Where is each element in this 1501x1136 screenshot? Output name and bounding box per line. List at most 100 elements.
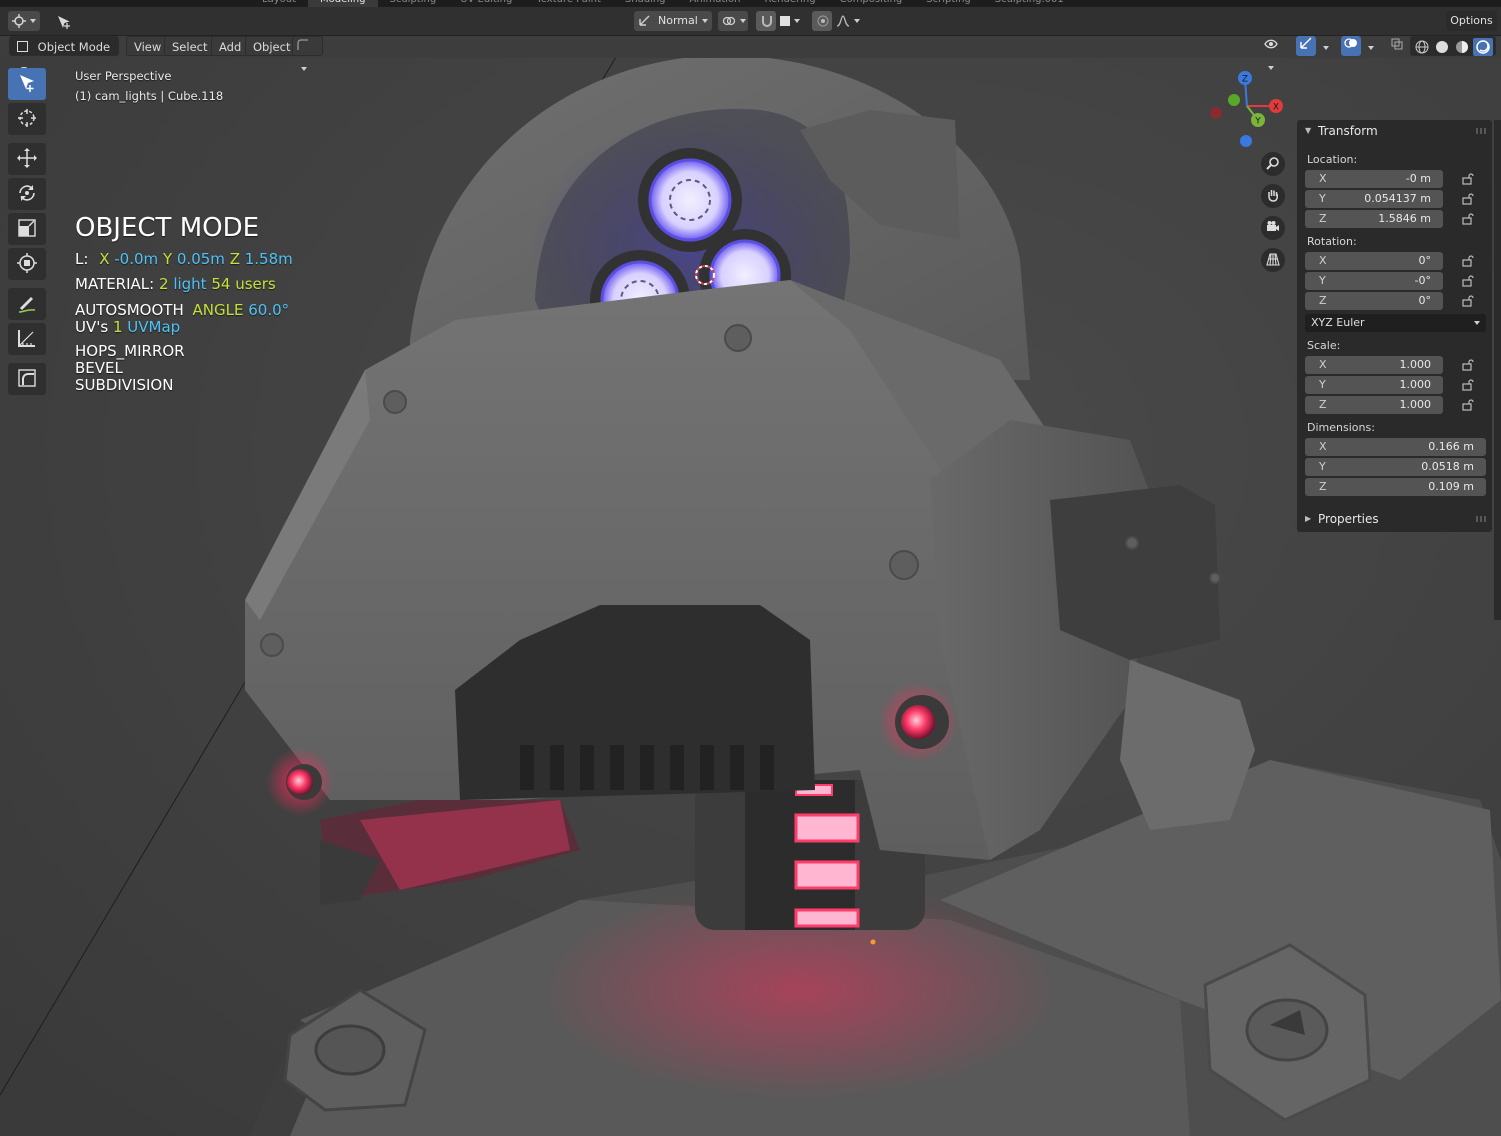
xray-toggle[interactable] [1388,36,1406,56]
lock-icon[interactable] [1462,379,1474,391]
transform-orientation-dropdown[interactable]: Normal [634,11,712,31]
measure-tool[interactable] [8,323,46,355]
rotation-mode-dropdown[interactable]: XYZ Euler [1305,314,1486,332]
workspace-tab[interactable]: Compositing [828,0,915,7]
drag-grip-icon[interactable] [1476,516,1486,522]
workspace-tab[interactable]: Layout [250,0,308,7]
workspace-tab[interactable]: Sculpting.001 [983,0,1076,7]
workspace-tab[interactable]: Modeling [308,0,378,7]
workspace-tab[interactable]: Animation [678,0,753,7]
move-tool-button[interactable] [52,11,78,31]
overlays-toggle[interactable] [1341,36,1361,56]
lock-icon[interactable] [1462,275,1474,287]
overlays-dropdown[interactable] [1362,36,1380,56]
hops-bevel-icon [16,367,38,392]
mode-dropdown[interactable]: Object Mode [9,36,119,71]
hops-mode-title: OBJECT MODE [75,213,260,243]
loc-prefix: L: [75,250,89,268]
axis-label: Z [1319,212,1327,225]
value-field-location[interactable]: X -0 m [1305,170,1443,188]
mode-label: Object Mode [37,40,111,54]
drag-grip-icon[interactable] [1476,128,1486,134]
axis-label: Z [1319,294,1327,307]
select-box-tool[interactable] [8,68,46,100]
value-field-dimensions[interactable]: Z 0.109 m [1305,478,1486,496]
axis-label: Y [1319,192,1326,205]
falloff-dropdown[interactable] [832,11,862,31]
proportional-icon [816,14,830,28]
menu-add[interactable]: Add [211,36,250,56]
hops-tool[interactable] [8,363,46,395]
rotate-tool[interactable] [8,178,46,210]
rendered-shading-icon[interactable] [1473,38,1493,56]
field-value: 0° [1418,294,1432,307]
workspace-tab[interactable]: UV Editing [448,0,524,7]
perspective-toggle-button[interactable] [1261,248,1285,272]
loc-x-value: -0.0m [114,250,159,268]
chevron-down-icon [30,19,36,23]
chevron-down-icon [701,19,708,23]
axis-label: X [1319,440,1327,453]
pan-button[interactable] [1261,184,1285,208]
move-tool[interactable] [8,143,46,175]
transform-icon [16,252,38,277]
scale-tool[interactable] [8,213,46,245]
value-field-scale[interactable]: Z 1.000 [1305,396,1443,414]
gizmo-neg-x[interactable] [1210,107,1222,119]
sidebar-tab-strip[interactable] [1494,120,1501,620]
workspace-tab[interactable]: Shading [613,0,678,7]
cursor-tool[interactable] [8,103,46,135]
snap-target-dropdown[interactable] [776,11,806,31]
gizmo-neg-y[interactable] [1228,94,1240,106]
pivot-point-dropdown[interactable] [718,11,748,31]
lock-icon[interactable] [1462,295,1474,307]
value-field-dimensions[interactable]: X 0.166 m [1305,438,1486,456]
gizmo-y-label: Y [1254,117,1261,127]
editor-type-button[interactable] [8,11,40,31]
lock-icon[interactable] [1462,193,1474,205]
properties-panel-header[interactable]: ▶ Properties [1297,508,1492,530]
pivot-icon [722,14,736,28]
workspace-tab[interactable]: Sculpting [378,0,449,7]
visibility-dropdown[interactable] [1260,36,1290,70]
material-preview-icon[interactable] [1455,40,1469,60]
solid-shading-icon[interactable] [1435,40,1449,60]
value-field-scale[interactable]: Y 1.000 [1305,376,1443,394]
editor-type-icon [12,14,26,28]
gizmo-neg-z[interactable] [1240,135,1252,147]
lock-icon[interactable] [1462,359,1474,371]
navigation-gizmo[interactable]: X Y Z [1200,66,1290,156]
value-field-dimensions[interactable]: Y 0.0518 m [1305,458,1486,476]
value-field-rotation[interactable]: Y -0° [1305,272,1443,290]
proportional-edit-toggle[interactable] [812,11,832,31]
gizmo-dropdown[interactable] [1317,36,1335,56]
wireframe-shading-icon[interactable] [1415,40,1429,60]
lock-icon[interactable] [1462,213,1474,225]
menu-select[interactable]: Select [164,36,216,56]
hops-menu-button[interactable] [292,36,323,71]
value-field-rotation[interactable]: Z 0° [1305,292,1443,310]
zoom-button[interactable] [1261,152,1285,176]
workspace-tab[interactable]: Scripting [914,0,982,7]
value-field-location[interactable]: Y 0.054137 m [1305,190,1443,208]
transform-panel-header[interactable]: ▼ Transform [1297,120,1492,142]
camera-view-button[interactable] [1261,216,1285,240]
3d-viewport[interactable]: User Perspective (1) cam_lights | Cube.1… [0,58,1501,1136]
field-value: 1.000 [1399,378,1432,391]
value-field-scale[interactable]: X 1.000 [1305,356,1443,374]
transform-tool[interactable] [8,248,46,280]
snap-toggle[interactable] [756,11,776,31]
lock-icon[interactable] [1462,255,1474,267]
transform-title: Transform [1318,124,1378,138]
gizmo-toggle[interactable] [1296,36,1316,56]
menu-object[interactable]: Object [245,36,299,56]
annotate-tool[interactable] [8,288,46,320]
lock-icon[interactable] [1462,399,1474,411]
workspace-tab[interactable]: Rendering [753,0,828,7]
workspace-tab[interactable]: Texture Paint [524,0,613,7]
value-field-location[interactable]: Z 1.5846 m [1305,210,1443,228]
options-button[interactable]: Options [1446,11,1497,31]
menu-view[interactable]: View [126,36,170,56]
value-field-rotation[interactable]: X 0° [1305,252,1443,270]
lock-icon[interactable] [1462,173,1474,185]
